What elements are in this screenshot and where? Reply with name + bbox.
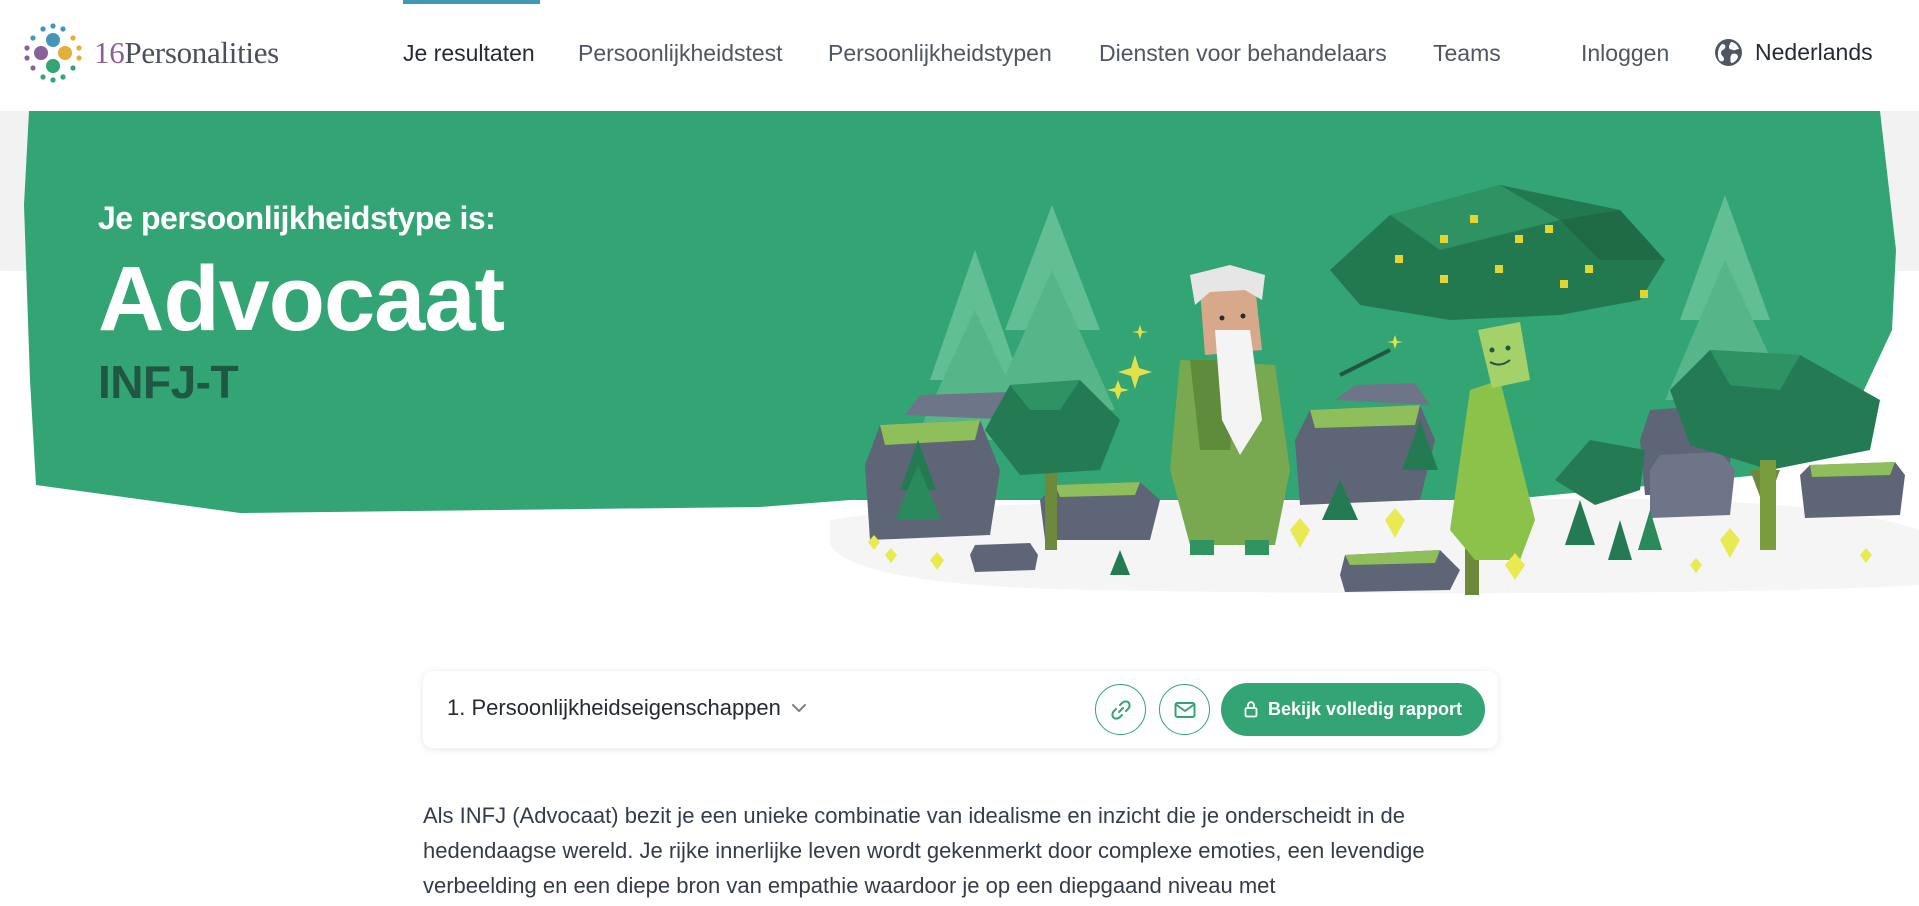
logo-text: 16Personalities xyxy=(94,35,279,71)
intro-paragraph: Als INFJ (Advocaat) bezit je een unieke … xyxy=(423,803,1425,898)
hero-text-block: Je persoonlijkheidstype is: Advocaat INF… xyxy=(98,200,505,409)
rocks-icon xyxy=(865,383,1905,592)
personality-type-code: INFJ-T xyxy=(98,356,239,408)
chevron-down-icon xyxy=(791,704,806,712)
yellow-buds-icon xyxy=(868,508,1872,580)
nav-item-teams[interactable]: Teams xyxy=(1433,40,1501,67)
view-full-report-label: Bekijk volledig rapport xyxy=(1267,699,1463,719)
ground-shape xyxy=(830,498,1919,594)
hero-kicker: Je persoonlijkheidstype is: xyxy=(98,200,496,236)
link-icon xyxy=(1110,699,1131,720)
site-logo[interactable]: 16Personalities xyxy=(22,22,279,84)
wizard-character-icon xyxy=(1107,265,1403,555)
top-navigation: 16Personalities Je resultaten Persoonlij… xyxy=(0,0,1919,111)
section-toolbar: 1. Persoonlijkheidseigenschappen Bekijk … xyxy=(423,671,1498,748)
logo-dots-icon xyxy=(24,23,82,83)
personality-type-title: Advocaat xyxy=(98,248,505,350)
language-selector[interactable]: Nederlands xyxy=(1714,38,1873,67)
nav-item-persoonlijkheidstypen[interactable]: Persoonlijkheidstypen xyxy=(828,40,1052,67)
lock-icon xyxy=(1244,701,1258,718)
email-share-button[interactable] xyxy=(1159,684,1210,735)
login-link[interactable]: Inloggen xyxy=(1581,40,1669,67)
language-label: Nederlands xyxy=(1755,39,1873,65)
view-full-report-button[interactable]: Bekijk volledig rapport xyxy=(1221,683,1485,736)
section-dropdown[interactable]: 1. Persoonlijkheidseigenschappen xyxy=(447,695,807,721)
logo-name: Personalities xyxy=(124,35,279,70)
trees-icon xyxy=(895,350,1880,595)
globe-icon xyxy=(1715,39,1742,66)
mail-icon xyxy=(1174,701,1195,718)
section-dropdown-label: 1. Persoonlijkheidseigenschappen xyxy=(447,695,781,720)
nav-item-je-resultaten[interactable]: Je resultaten xyxy=(403,40,535,67)
copy-link-button[interactable] xyxy=(1095,684,1146,735)
nav-item-persoonlijkheidstest[interactable]: Persoonlijkheidstest xyxy=(578,40,783,67)
nav-item-diensten-voor-behandelaars[interactable]: Diensten voor behandelaars xyxy=(1099,40,1387,67)
logo-number: 16 xyxy=(94,35,125,70)
nav-active-indicator xyxy=(403,0,540,4)
